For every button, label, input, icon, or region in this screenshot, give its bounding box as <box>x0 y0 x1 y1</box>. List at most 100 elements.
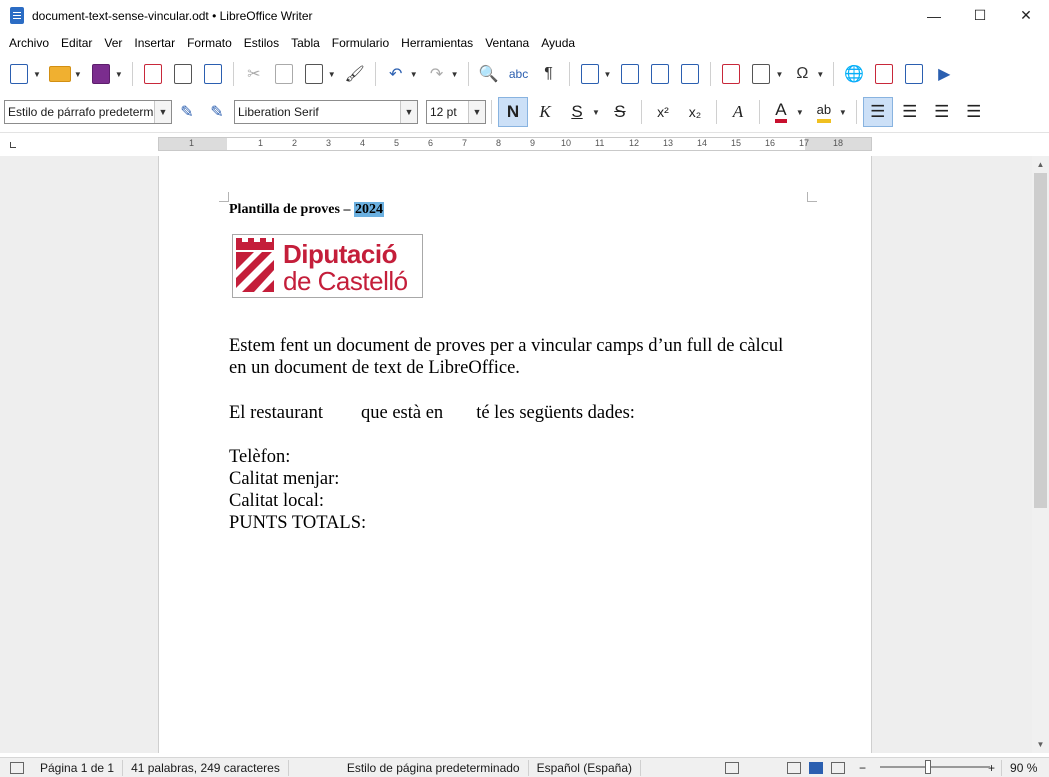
zoom-out-icon[interactable]: − <box>859 761 866 775</box>
chevron-down-icon[interactable]: ▼ <box>604 70 612 79</box>
zoom-slider-handle[interactable] <box>925 760 931 774</box>
horizontal-ruler[interactable]: 1 1 2 3 4 5 6 7 8 9 10 11 12 13 14 15 16… <box>158 137 872 151</box>
print-button[interactable] <box>170 60 196 88</box>
superscript-button[interactable]: x² <box>648 97 678 127</box>
cut-button[interactable]: ✂ <box>241 60 267 88</box>
document-modified-icon[interactable] <box>10 761 24 774</box>
page-style[interactable]: Estilo de página predeterminado <box>339 759 529 776</box>
minimize-button[interactable]: — <box>911 0 957 31</box>
font-size-select[interactable]: 12 pt ▼ <box>426 100 486 124</box>
chevron-down-icon[interactable]: ▼ <box>328 70 336 79</box>
chevron-down-icon[interactable]: ▼ <box>839 108 847 117</box>
word-count[interactable]: 41 palabras, 249 caracteres <box>123 759 289 776</box>
page-count[interactable]: Página 1 de 1 <box>32 759 124 776</box>
vertical-scrollbar[interactable]: ▲ ▼ <box>1032 156 1049 753</box>
print-preview-button[interactable] <box>200 60 226 88</box>
chevron-down-icon[interactable]: ▼ <box>775 70 783 79</box>
language[interactable]: Español (España) <box>529 759 641 776</box>
menu-ventana[interactable]: Ventana <box>479 36 535 50</box>
save-button[interactable] <box>88 60 114 88</box>
bold-button[interactable]: N <box>498 97 528 127</box>
zoom-slider[interactable] <box>880 766 990 768</box>
chevron-down-icon[interactable]: ▼ <box>451 70 459 79</box>
separator <box>232 62 234 86</box>
chevron-down-icon[interactable]: ▼ <box>592 108 600 117</box>
font-color-button[interactable]: A <box>766 97 796 127</box>
chevron-down-icon[interactable]: ▼ <box>74 70 82 79</box>
justify-button[interactable]: ☰ <box>959 97 989 127</box>
align-left-button[interactable]: ☰ <box>862 97 893 127</box>
open-button[interactable] <box>47 60 73 88</box>
chevron-down-icon[interactable]: ▼ <box>33 70 41 79</box>
highlight-button[interactable]: ab <box>809 97 839 127</box>
new-document-button[interactable] <box>6 60 32 88</box>
paste-button[interactable] <box>301 60 327 88</box>
subscript-button[interactable]: x₂ <box>680 97 710 127</box>
hyperlink-button[interactable]: 🌐 <box>841 60 867 88</box>
special-character-button[interactable]: Ω <box>789 60 815 88</box>
insert-textbox-button[interactable] <box>677 60 703 88</box>
menu-estilos[interactable]: Estilos <box>238 36 285 50</box>
chevron-down-icon[interactable]: ▼ <box>410 70 418 79</box>
menu-herramientas[interactable]: Herramientas <box>395 36 479 50</box>
separator <box>715 100 717 124</box>
menu-editar[interactable]: Editar <box>55 36 98 50</box>
footnote-button[interactable] <box>871 60 897 88</box>
maximize-button[interactable]: ☐ <box>957 0 1003 31</box>
diputacio-logo[interactable]: Diputació de Castelló <box>232 234 423 298</box>
chevron-down-icon[interactable]: ▼ <box>816 70 824 79</box>
insert-field-button[interactable] <box>748 60 774 88</box>
zoom-level[interactable]: 90 % <box>1001 759 1045 776</box>
find-replace-button[interactable]: 🔍 <box>476 60 502 88</box>
chevron-down-icon[interactable]: ▼ <box>468 101 485 123</box>
align-center-button[interactable]: ☰ <box>895 97 925 127</box>
chevron-down-icon[interactable]: ▼ <box>796 108 804 117</box>
selection-mode-icon[interactable] <box>725 761 739 774</box>
strikethrough-button[interactable]: S <box>605 97 635 127</box>
italic-button[interactable]: K <box>530 97 560 127</box>
book-view-icon[interactable] <box>831 761 845 774</box>
clone-formatting-button[interactable]: 🖌 <box>342 60 368 88</box>
underline-button[interactable]: S <box>562 97 592 127</box>
chevron-down-icon[interactable]: ▼ <box>400 101 417 123</box>
menu-ayuda[interactable]: Ayuda <box>535 36 581 50</box>
multi-page-view-icon[interactable] <box>809 761 823 774</box>
document-page[interactable]: Plantilla de proves – 2024 Diputació de … <box>158 156 872 753</box>
insert-table-button[interactable] <box>577 60 603 88</box>
paragraph-style-select[interactable]: Estilo de párrafo predeterminado ▼ <box>4 100 172 124</box>
ruler-label: 18 <box>833 138 844 148</box>
endnote-button[interactable] <box>901 60 927 88</box>
scroll-up-icon[interactable]: ▲ <box>1032 156 1049 173</box>
scroll-thumb[interactable] <box>1034 173 1047 508</box>
chevron-down-icon[interactable]: ▼ <box>154 101 171 123</box>
font-name-select[interactable]: Liberation Serif ▼ <box>234 100 418 124</box>
more-button[interactable]: ▶ <box>931 60 957 88</box>
undo-button[interactable]: ↶ <box>383 60 409 88</box>
menu-formulario[interactable]: Formulario <box>326 36 395 50</box>
spelling-button[interactable]: abc <box>506 60 532 88</box>
chevron-down-icon[interactable]: ▼ <box>115 70 123 79</box>
selected-text[interactable]: 2024 <box>353 202 384 217</box>
single-page-view-icon[interactable] <box>787 761 801 774</box>
insert-image-button[interactable] <box>617 60 643 88</box>
menu-archivo[interactable]: Archivo <box>3 36 55 50</box>
export-pdf-button[interactable] <box>140 60 166 88</box>
align-right-button[interactable]: ☰ <box>927 97 957 127</box>
clear-formatting-button[interactable]: A <box>723 97 753 127</box>
menu-ver[interactable]: Ver <box>98 36 128 50</box>
close-button[interactable]: ✕ <box>1003 0 1049 31</box>
insert-chart-button[interactable] <box>647 60 673 88</box>
copy-button[interactable] <box>271 60 297 88</box>
page-break-button[interactable] <box>718 60 744 88</box>
menu-insertar[interactable]: Insertar <box>128 36 181 50</box>
new-style-button[interactable]: ✎ <box>204 98 230 126</box>
tab-stop-selector[interactable] <box>10 142 16 148</box>
document-body[interactable]: Plantilla de proves – 2024 Diputació de … <box>229 200 819 533</box>
formatting-marks-button[interactable]: ¶ <box>536 60 562 88</box>
scroll-down-icon[interactable]: ▼ <box>1032 736 1049 753</box>
logo-text-castello: de Castelló <box>283 266 408 296</box>
menu-formato[interactable]: Formato <box>181 36 238 50</box>
menu-tabla[interactable]: Tabla <box>285 36 326 50</box>
update-style-button[interactable]: ✎ <box>174 98 200 126</box>
redo-button[interactable]: ↷ <box>424 60 450 88</box>
